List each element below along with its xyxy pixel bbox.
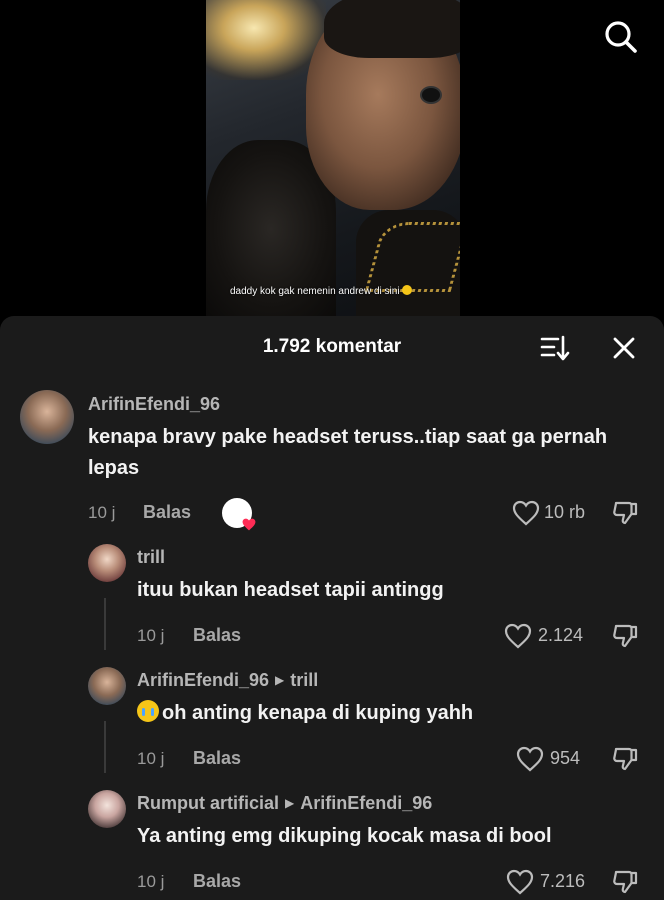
reply-arrow-icon: ▶ <box>285 796 295 810</box>
video-frame[interactable]: daddy kok gak nemenin andrew di sini <box>206 0 460 318</box>
heart-icon[interactable] <box>504 623 532 649</box>
avatar[interactable] <box>20 390 74 444</box>
close-icon <box>613 337 635 359</box>
comment-text: oh anting kenapa di kuping yahh <box>137 698 627 729</box>
man-hair <box>324 0 460 58</box>
comment-text-content: oh anting kenapa di kuping yahh <box>162 702 474 724</box>
crying-emoji-icon <box>137 700 159 722</box>
comment-username[interactable]: ArifinEfendi_96 ▶ trill <box>137 670 318 691</box>
comment-reply-item: trill ituu bukan headset tapii antingg 1… <box>0 542 664 652</box>
avatar[interactable] <box>88 790 126 828</box>
heart-icon[interactable] <box>506 869 534 895</box>
dislike-icon[interactable] <box>612 500 638 526</box>
comment-text: kenapa bravy pake headset teruss..tiap s… <box>88 426 608 479</box>
search-icon <box>605 21 637 53</box>
earring <box>420 86 442 104</box>
close-button[interactable] <box>610 334 638 362</box>
reply-to-username[interactable]: ArifinEfendi_96 <box>300 793 432 813</box>
comment-text: ituu bukan headset tapii antingg <box>137 579 444 601</box>
heart-icon <box>242 518 256 531</box>
like-count: 2.124 <box>538 625 584 645</box>
comment-time: 10 j <box>137 749 165 768</box>
creator-liked-badge <box>222 498 256 531</box>
comment-username[interactable]: ArifinEfendi_96 <box>88 394 220 415</box>
like-count: 10 rb <box>544 502 586 522</box>
avatar[interactable] <box>88 544 126 582</box>
like-count: 7.216 <box>540 871 586 891</box>
like-count: 954 <box>550 748 581 768</box>
comment-reply-item: Rumput artificial ▶ ArifinEfendi_96 Ya ant… <box>0 788 664 900</box>
comment-reply-item: ArifinEfendi_96 ▶ trill oh anting kenapa d… <box>0 665 664 775</box>
video-caption-text: daddy kok gak nemenin andrew di sini <box>230 286 400 297</box>
comment-time: 10 j <box>137 626 165 645</box>
comment-item: ArifinEfendi_96 kenapa bravy pake headse… <box>0 388 664 538</box>
video-area[interactable]: daddy kok gak nemenin andrew di sini <box>0 0 664 318</box>
dislike-icon[interactable] <box>612 623 638 649</box>
comment-username[interactable]: trill <box>137 547 165 568</box>
comment-username[interactable]: Rumput artificial ▶ ArifinEfendi_96 <box>137 793 432 814</box>
reply-button[interactable]: Balas <box>193 625 241 646</box>
reply-button[interactable]: Balas <box>193 748 241 769</box>
heart-icon[interactable] <box>516 746 544 772</box>
avatar[interactable] <box>88 667 126 705</box>
comment-username-text: ArifinEfendi_96 <box>137 670 270 690</box>
dislike-icon[interactable] <box>612 746 638 772</box>
sort-button[interactable] <box>540 334 570 362</box>
reply-arrow-icon: ▶ <box>275 673 285 687</box>
dislike-icon[interactable] <box>612 869 638 895</box>
comment-time: 10 j <box>88 503 116 522</box>
video-caption: daddy kok gak nemenin andrew di sini <box>230 285 412 297</box>
emoji-icon <box>401 285 412 295</box>
reply-button[interactable]: Balas <box>143 502 191 523</box>
reply-button[interactable]: Balas <box>193 871 241 892</box>
search-button[interactable] <box>600 16 640 56</box>
comment-username-text: Rumput artificial <box>137 793 280 813</box>
comment-time: 10 j <box>137 872 165 891</box>
comments-sheet: 1.792 komentar ArifinEfendi_96 kenapa br… <box>0 316 664 900</box>
comment-text: Ya anting emg dikuping kocak masa di boo… <box>137 825 552 847</box>
reply-to-username[interactable]: trill <box>290 670 318 690</box>
sort-icon <box>540 335 570 361</box>
heart-icon[interactable] <box>512 500 540 526</box>
